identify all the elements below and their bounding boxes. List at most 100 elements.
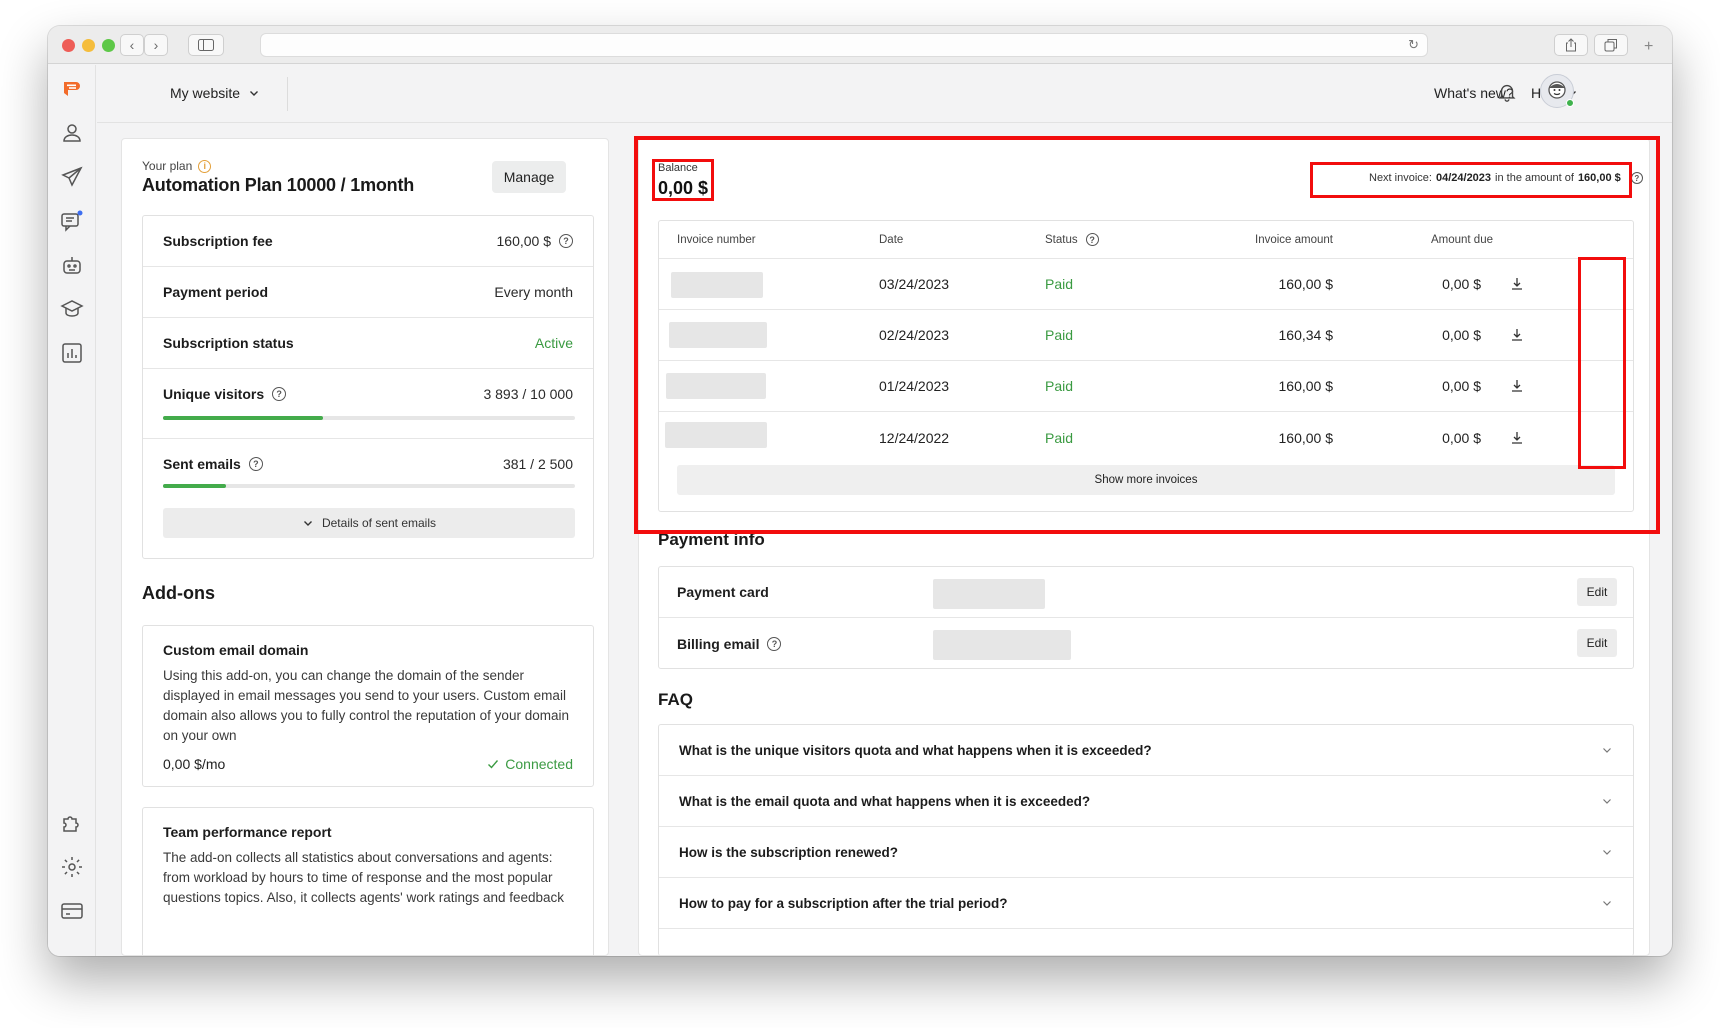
payment-card-label: Payment card: [677, 584, 769, 600]
addon-description: The add-on collects all statistics about…: [163, 850, 565, 905]
billing-email-label: Billing email: [677, 635, 760, 652]
addon-footer: 0,00 $/mo Connected: [163, 756, 573, 772]
unique-visitors-label-wrap: Unique visitors ?: [163, 386, 287, 402]
sent-emails-value: 381 / 2 500: [502, 456, 573, 472]
sent-emails-progress: [163, 484, 575, 488]
subscription-fee-value: 160,00 $: [496, 233, 552, 249]
addon-title: Custom email domain: [163, 642, 309, 658]
faq-item[interactable]: What is the email quota and what happens…: [659, 776, 1633, 827]
chevron-down-icon: [1603, 901, 1611, 906]
billing-email-row: Billing email ? Edit: [659, 618, 1633, 669]
payment-period-label: Payment period: [163, 284, 269, 300]
settings-icon[interactable]: [60, 855, 84, 879]
url-bar[interactable]: ↻: [260, 33, 1428, 57]
help-icon[interactable]: ?: [272, 387, 287, 401]
bell-icon[interactable]: [1496, 81, 1518, 103]
unique-visitors-progress-fill: [163, 416, 324, 420]
help-icon[interactable]: ?: [559, 234, 573, 248]
payment-period-value: Every month: [494, 284, 573, 300]
faq-question: How is the subscription renewed?: [679, 844, 899, 860]
redacted-payment-card: [933, 579, 1045, 609]
billing-icon[interactable]: [60, 899, 84, 923]
back-icon[interactable]: ‹: [120, 34, 144, 56]
info-icon[interactable]: i: [198, 159, 212, 173]
addon-status-label: Connected: [505, 756, 573, 772]
subscription-fee-label: Subscription fee: [163, 233, 273, 249]
faq-question: How to pay for a subscription after the …: [679, 895, 1008, 911]
help-icon[interactable]: ?: [767, 636, 782, 651]
subscription-fee-value-wrap: 160,00 $ ?: [496, 233, 573, 249]
reload-icon[interactable]: ↻: [1408, 37, 1419, 53]
download-buttons-highlight: [1578, 257, 1626, 469]
payment-card-row: Payment card Edit: [659, 567, 1633, 618]
unique-visitors-value: 3 893 / 10 000: [483, 386, 573, 402]
chatbot-icon[interactable]: [60, 253, 84, 277]
app-header: My website What's new? Help: [97, 65, 1672, 123]
forward-icon[interactable]: ›: [144, 34, 168, 56]
share-icon[interactable]: [1554, 34, 1588, 56]
subscription-details: Subscription fee 160,00 $ ? Payment peri…: [142, 215, 594, 559]
redacted-billing-email: [933, 630, 1071, 660]
unique-visitors-row: Unique visitors ? 3 893 / 10 000: [143, 369, 593, 439]
manage-button[interactable]: Manage: [492, 161, 566, 193]
subscription-status-label: Subscription status: [163, 335, 294, 351]
campaigns-icon[interactable]: [60, 165, 84, 189]
online-status-dot: [1566, 99, 1574, 107]
chevron-down-icon: [250, 91, 259, 96]
new-tab-icon[interactable]: +: [1644, 38, 1653, 56]
minimize-window-button[interactable]: [82, 39, 95, 52]
chats-icon[interactable]: [60, 209, 84, 233]
plan-label-text: Your plan: [142, 159, 193, 173]
chevron-down-icon: [1603, 850, 1611, 855]
user-avatar-icon: [1548, 81, 1566, 99]
close-window-button[interactable]: [62, 39, 75, 52]
payment-period-row: Payment period Every month: [143, 267, 593, 318]
unique-visitors-progress: [163, 416, 575, 420]
site-selector[interactable]: My website: [170, 85, 260, 101]
subscription-status-value: Active: [534, 335, 573, 351]
browser-window: ‹ › ↻ + My website What's new? Your plan…: [48, 26, 1672, 956]
faq-item[interactable]: How to pay for a subscription after the …: [659, 878, 1633, 929]
sent-emails-label-wrap: Sent emails ?: [163, 456, 263, 472]
addons-title: Add-ons: [142, 583, 215, 603]
addon-card: Custom email domain Using this add-on, y…: [142, 625, 594, 787]
chevron-down-icon: [1603, 748, 1611, 753]
check-icon: [488, 760, 499, 769]
academy-icon[interactable]: [60, 297, 84, 321]
chevron-down-icon: [1603, 799, 1611, 804]
sidebar-icon[interactable]: [188, 34, 224, 56]
faq-item[interactable]: What is the unique visitors quota and wh…: [659, 725, 1633, 776]
faq-item[interactable]: How is the subscription renewed?: [659, 827, 1633, 878]
details-button-label: Details of sent emails: [321, 516, 437, 530]
plan-name: Automation Plan 10000 / 1month: [142, 175, 415, 195]
edit-billing-email-button[interactable]: Edit: [1577, 629, 1617, 657]
logo-icon[interactable]: [60, 77, 84, 101]
sent-emails-row: Sent emails ? 381 / 2 500: [143, 439, 593, 560]
header-divider: [287, 77, 288, 111]
nav-rail: [48, 65, 96, 956]
site-selector-label: My website: [170, 85, 241, 101]
reports-icon[interactable]: [60, 341, 84, 365]
help-icon[interactable]: ?: [248, 457, 263, 471]
billing-email-label-wrap: Billing email ?: [677, 618, 782, 669]
tabs-icon[interactable]: [1594, 34, 1628, 56]
addon-status: Connected: [487, 756, 573, 772]
faq-question: What is the unique visitors quota and wh…: [679, 742, 1152, 758]
unique-visitors-label: Unique visitors: [163, 386, 265, 402]
next-invoice-highlight: [1310, 162, 1632, 198]
addon-title: Team performance report: [163, 824, 332, 840]
sent-emails-label: Sent emails: [163, 456, 241, 472]
subscription-fee-row: Subscription fee 160,00 $ ?: [143, 216, 593, 267]
faq-list: What is the unique visitors quota and wh…: [658, 724, 1634, 956]
faq-title: FAQ: [658, 690, 693, 709]
details-of-sent-emails-button[interactable]: Details of sent emails: [163, 508, 575, 538]
addon-description: Using this add-on, you can change the do…: [163, 668, 569, 743]
edit-payment-card-button[interactable]: Edit: [1577, 578, 1617, 606]
integrations-icon[interactable]: [60, 811, 84, 835]
addon-price: 0,00 $/mo: [163, 756, 226, 772]
zoom-window-button[interactable]: [102, 39, 115, 52]
plan-panel: Your plan i Automation Plan 10000 / 1mon…: [121, 138, 609, 956]
visitors-icon[interactable]: [60, 121, 84, 145]
subscription-status-row: Subscription status Active: [143, 318, 593, 369]
avatar[interactable]: [1540, 74, 1574, 108]
